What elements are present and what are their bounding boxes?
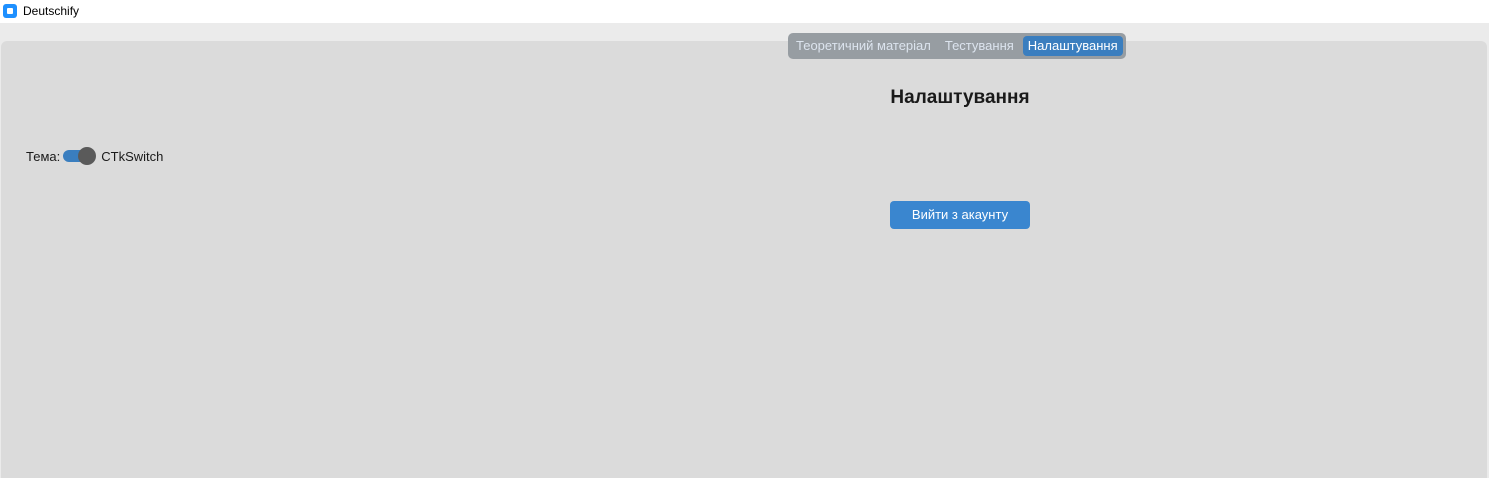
switch-knob[interactable] — [78, 147, 97, 165]
title-bar: Deutschify — [0, 0, 1489, 23]
tab-bar: Теоретичний матеріал Тестування Налаштув… — [788, 33, 1126, 59]
page-title: Налаштування — [890, 87, 1030, 108]
theme-switch-text[interactable]: CTkSwitch — [101, 149, 163, 164]
tab-testing[interactable]: Тестування — [940, 36, 1019, 56]
logout-button[interactable]: Вийти з акаунту — [890, 201, 1030, 229]
window-title: Deutschify — [23, 4, 80, 18]
tab-settings[interactable]: Налаштування — [1022, 36, 1123, 56]
tabview-frame — [1, 41, 1487, 478]
theme-label: Тема: — [26, 148, 61, 164]
theme-row: Тема: CTkSwitch — [26, 146, 163, 166]
app-icon — [3, 4, 17, 18]
theme-switch[interactable] — [63, 146, 97, 166]
tab-theory[interactable]: Теоретичний матеріал — [791, 36, 936, 56]
